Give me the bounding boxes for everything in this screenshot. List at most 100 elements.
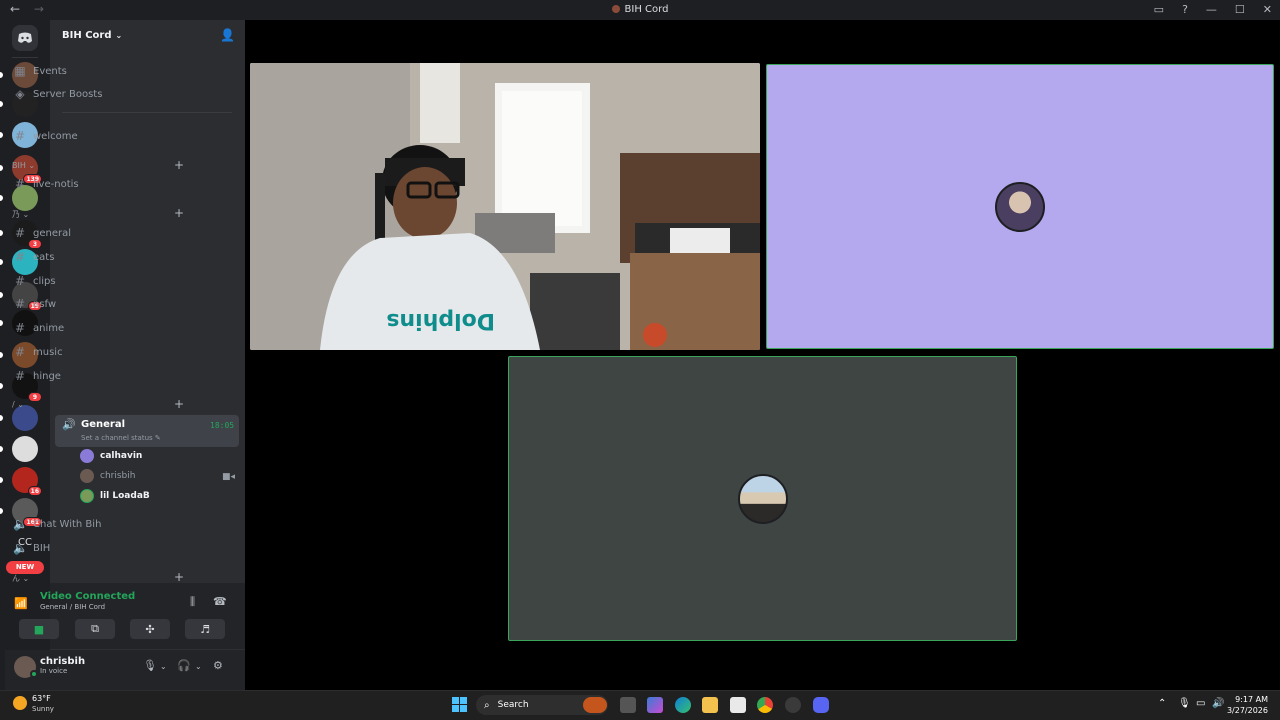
discord-home-icon[interactable]: [12, 25, 38, 51]
channel-general[interactable]: # general: [7, 223, 189, 243]
chevron-down-icon[interactable]: ⌄: [160, 662, 167, 671]
weather-sun-icon[interactable]: [13, 696, 27, 710]
copilot-icon[interactable]: [647, 697, 663, 713]
calendar-icon: ▦: [14, 64, 26, 78]
channel-live-notis[interactable]: # live-notis: [7, 174, 189, 194]
microphone-icon[interactable]: 🎙: [143, 659, 157, 672]
hash-icon: #: [14, 321, 26, 335]
channel-eats[interactable]: # eats: [7, 247, 189, 267]
video-tile-webcam[interactable]: Dolphins: [250, 63, 760, 350]
screen-share-button[interactable]: ⧉: [75, 619, 115, 639]
guild-header[interactable]: BIH Cord ⌄ 👤: [50, 20, 245, 50]
voice-channel-name: General: [81, 419, 125, 430]
channel-welcome[interactable]: # welcome: [7, 126, 189, 146]
taskbar-clock[interactable]: 9:17 AM 3/27/2026: [1227, 694, 1268, 716]
discord-taskbar-icon[interactable]: [813, 697, 829, 713]
unread-pip: [0, 320, 3, 326]
channel-hinge[interactable]: # hinge: [7, 366, 189, 386]
voice-status-subtitle[interactable]: General / BIH Cord: [40, 603, 105, 611]
channel-nsfw[interactable]: # nsfw: [7, 294, 189, 314]
maximize-icon[interactable]: ☐: [1235, 3, 1245, 16]
app-icon[interactable]: [785, 697, 801, 713]
avatar: [80, 489, 94, 503]
avatar: [995, 182, 1045, 232]
add-channel-icon[interactable]: +: [174, 207, 184, 220]
voice-user-name: calhavin: [100, 451, 143, 461]
invite-icon[interactable]: 👤: [220, 28, 235, 42]
unread-pip: [0, 72, 3, 78]
events-item[interactable]: ▦ Events: [7, 61, 189, 81]
voice-user-calhavin[interactable]: calhavin: [80, 447, 142, 465]
tray-volume-icon[interactable]: 🔊: [1212, 698, 1224, 709]
headphones-icon[interactable]: 🎧: [177, 659, 191, 672]
activities-button[interactable]: ✣: [130, 619, 170, 639]
task-view-icon[interactable]: [620, 697, 636, 713]
events-label: Events: [33, 65, 67, 77]
voice-user-lil-loadab[interactable]: lil LoadaB: [80, 487, 150, 505]
search-label: Search: [497, 700, 529, 710]
unread-pip: [0, 352, 3, 358]
mention-badge: 16: [27, 486, 42, 496]
add-channel-icon[interactable]: +: [174, 398, 184, 410]
tray-network-icon[interactable]: ▭: [1196, 698, 1205, 709]
clock-time: 9:17 AM: [1235, 695, 1268, 704]
channel-name: clips: [33, 275, 56, 287]
voice-user-chrisbih[interactable]: chrisbih: [80, 467, 135, 485]
voice-status-title[interactable]: Video Connected: [40, 591, 135, 602]
user-status: In voice: [40, 667, 68, 675]
category-bih[interactable]: BIH ⌄ +: [12, 159, 184, 171]
category-label: 乃: [12, 210, 20, 219]
file-explorer-icon[interactable]: [702, 697, 718, 713]
channel-clips[interactable]: # clips: [7, 271, 189, 291]
noise-suppression-icon[interactable]: ⫼: [190, 595, 195, 609]
add-channel-icon[interactable]: +: [174, 159, 184, 171]
chevron-down-icon[interactable]: ⌄: [195, 662, 202, 671]
channel-music[interactable]: # music: [7, 342, 189, 362]
windows-taskbar: [0, 690, 1280, 720]
windows-start-icon[interactable]: [452, 697, 467, 712]
voice-channel-chat-with-bih[interactable]: 🔈 Chat With Bih: [7, 514, 189, 534]
screen-share-icon: ⧉: [91, 622, 99, 635]
disconnect-icon[interactable]: ☎: [213, 595, 227, 608]
hash-icon: #: [14, 297, 26, 311]
hash-icon: #: [14, 129, 26, 143]
window-title: BIH Cord: [0, 4, 1280, 15]
avatar: [80, 449, 94, 463]
voice-user-name: lil LoadaB: [100, 491, 150, 501]
boosts-label: Server Boosts: [33, 88, 103, 100]
unread-pip: [0, 383, 3, 389]
channel-name: general: [33, 227, 72, 239]
video-tile-calhavin[interactable]: [766, 64, 1274, 349]
video-icon: ■◂: [222, 472, 236, 482]
server-icon[interactable]: [12, 436, 38, 462]
camera-button[interactable]: ■: [19, 619, 59, 639]
boosts-item[interactable]: ◈ Server Boosts: [7, 84, 189, 104]
video-tile-lil-loadab[interactable]: [508, 356, 1017, 641]
channel-anime[interactable]: # anime: [7, 318, 189, 338]
tray-chevron-icon[interactable]: ⌃: [1158, 698, 1166, 709]
weather-temp[interactable]: 63°F: [32, 694, 51, 703]
chrome-icon[interactable]: [757, 697, 773, 713]
category-2[interactable]: 乃 ⌄ +: [12, 207, 184, 220]
channel-name: nsfw: [33, 298, 57, 310]
voice-channel-bih[interactable]: 🔈 BIH: [7, 538, 189, 558]
speaker-lock-icon: 🔈: [13, 541, 28, 555]
search-highlight-icon: [583, 697, 607, 713]
close-icon[interactable]: ✕: [1263, 3, 1272, 16]
category-3[interactable]: / ⌄ +: [12, 398, 184, 410]
store-icon[interactable]: [730, 697, 746, 713]
discord-app: ← → BIH Cord ▭ ? — ☐ ✕ 139 3 19 9 16 161 CC N…: [0, 0, 1280, 720]
edge-icon[interactable]: [675, 697, 691, 713]
channel-status[interactable]: Set a channel status ✎: [81, 434, 161, 442]
user-name[interactable]: chrisbih: [40, 656, 85, 667]
server-icon[interactable]: 16: [12, 467, 42, 496]
soundboard-button[interactable]: ♬: [185, 619, 225, 639]
help-icon[interactable]: ?: [1182, 3, 1188, 16]
minimize-icon[interactable]: —: [1206, 3, 1217, 16]
weather-condition[interactable]: Sunny: [32, 705, 54, 713]
inbox-icon[interactable]: ▭: [1154, 3, 1164, 16]
camera-icon: ■: [33, 622, 45, 636]
tray-mic-icon[interactable]: 🎙: [1178, 698, 1191, 709]
chevron-down-icon: ⌄: [115, 30, 123, 40]
settings-gear-icon[interactable]: ⚙: [213, 659, 223, 672]
